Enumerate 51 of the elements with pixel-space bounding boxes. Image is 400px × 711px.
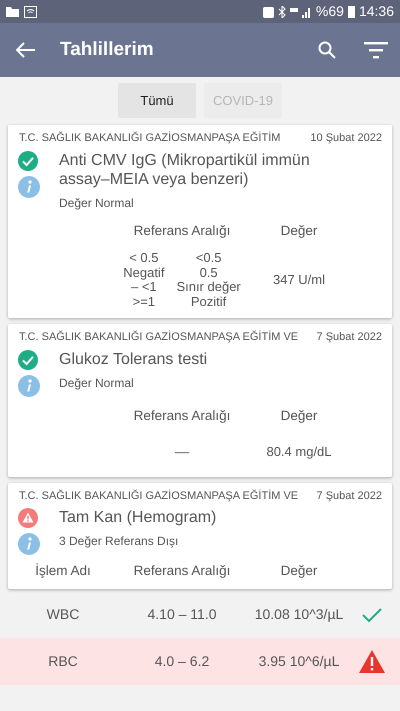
value-text: 347 U/ml [272, 271, 326, 290]
result-date: 7 Şubat 2022 [316, 488, 382, 504]
reference-text: –– [174, 443, 190, 462]
column-header: Referans Aralığı [132, 562, 232, 580]
reference-text: < 0.5 [128, 251, 160, 266]
column-header: İşlem Adı [34, 562, 92, 580]
signal-icon [290, 6, 312, 18]
screen-title: Tahlillerim [60, 38, 154, 62]
lab-name: T.C. SAĞLIK BAKANLIĞI GAZİOSMANPAŞA EĞİTİM VE [19, 488, 298, 504]
test-title: Glukoz Tolerans testi [59, 350, 208, 369]
result-card[interactable] [8, 125, 392, 318]
reference-text: >=1 [132, 294, 156, 310]
table-cell-text: WBC [46, 605, 80, 624]
result-summary: Değer Normal [59, 375, 135, 392]
clock: 14:36 [358, 2, 394, 21]
test-title: Anti CMV IgG (Mikropartikül immün assay–MEIA veya benzeri) [59, 150, 311, 189]
wifi-icon [24, 6, 37, 18]
result-date: 10 Şubat 2022 [310, 131, 382, 146]
column-header: Değer [280, 222, 318, 240]
column-header: Referans Aralığı [132, 406, 232, 425]
result-date: 7 Şubat 2022 [316, 330, 382, 346]
reference-text: Sınır değer [176, 280, 241, 295]
table-cell-text: 4.10 – 11.0 [146, 605, 218, 624]
column-header: Referans Aralığı [132, 222, 232, 240]
result-summary: Değer Normal [59, 194, 135, 212]
folder-icon [6, 6, 19, 17]
search-icon[interactable] [318, 41, 336, 59]
battery-percent: %69 [316, 2, 344, 21]
reference-text: Pozitif [190, 294, 226, 310]
table-cell-text: RBC [47, 652, 79, 672]
table-cell-text: 10.08 10^3/µL [254, 605, 344, 624]
reference-text: Negatif [123, 266, 164, 280]
column-header: Değer [280, 562, 318, 580]
lab-name: T.C. SAĞLIK BAKANLIĞI GAZİOSMANPAŞA EĞİTİM [19, 130, 280, 146]
value-text: 80.4 mg/dL [265, 443, 333, 462]
reference-text: 0.5 [198, 266, 219, 280]
filter-tab[interactable]: Tümü [118, 83, 196, 118]
result-summary: 3 Değer Referans Dışı [59, 533, 180, 550]
back-icon[interactable] [16, 42, 36, 58]
column-header: Değer [280, 406, 318, 425]
battery-icon [348, 5, 355, 18]
bluetooth-icon [278, 6, 286, 18]
reference-text: – <1 [131, 280, 157, 295]
test-title: Tam Kan (Hemogram) [59, 508, 216, 528]
table-cell-text: 3.95 10^6/µL [258, 652, 340, 672]
result-card[interactable]: T.C. SAĞLIK BAKANLIĞI GAZİOSMANPAŞA EĞİTİM VE 7 Şubat 2022 Glukoz Tolerans testi Değer Normal Referans Aralığı Değer –– 80.4 mg/dL [8, 324, 392, 477]
lab-name: T.C. SAĞLIK BAKANLIĞI GAZİOSMANPAŞA EĞİTİM VE [19, 330, 298, 346]
reference-text: <0.5 [194, 251, 222, 266]
result-card[interactable]: T.C. SAĞLIK BAKANLIĞI GAZİOSMANPAŞA EĞİTİM VE 7 Şubat 2022 Tam Kan (Hemogram) 3 Değer Referans Dışı İşlem Adı Referans Aralığı Değer [8, 482, 392, 590]
table-cell-text: 4.0 – 6.2 [154, 652, 210, 672]
filter-icon[interactable] [364, 42, 388, 58]
